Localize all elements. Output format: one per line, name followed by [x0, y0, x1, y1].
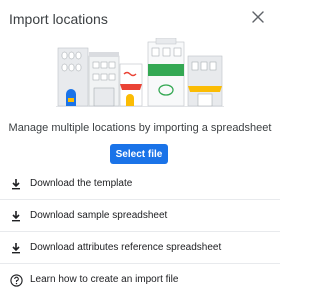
close-icon: [252, 11, 264, 23]
download-icon: [9, 177, 23, 191]
action-label: Download the template: [30, 178, 133, 189]
import-locations-dialog: Import locations Manage multiple locatio…: [0, 0, 280, 300]
download-template-link[interactable]: Download the template: [0, 168, 280, 200]
help-circle-icon: [9, 273, 23, 287]
download-attributes-link[interactable]: Download attributes reference spreadshee…: [0, 232, 280, 264]
action-label: Download attributes reference spreadshee…: [30, 242, 222, 253]
download-sample-link[interactable]: Download sample spreadsheet: [0, 200, 280, 232]
download-icon: [9, 209, 23, 223]
action-label: Download sample spreadsheet: [30, 210, 168, 221]
learn-import-link[interactable]: Learn how to create an import file: [0, 264, 280, 296]
storefronts-illustration: [56, 38, 224, 107]
select-file-button[interactable]: Select file: [110, 144, 168, 164]
dialog-title: Import locations: [9, 11, 108, 27]
action-label: Learn how to create an import file: [30, 274, 179, 285]
close-button[interactable]: [249, 8, 267, 26]
action-list: Download the template Download sample sp…: [0, 168, 280, 296]
dialog-subtitle: Manage multiple locations by importing a…: [8, 122, 272, 134]
download-icon: [9, 241, 23, 255]
